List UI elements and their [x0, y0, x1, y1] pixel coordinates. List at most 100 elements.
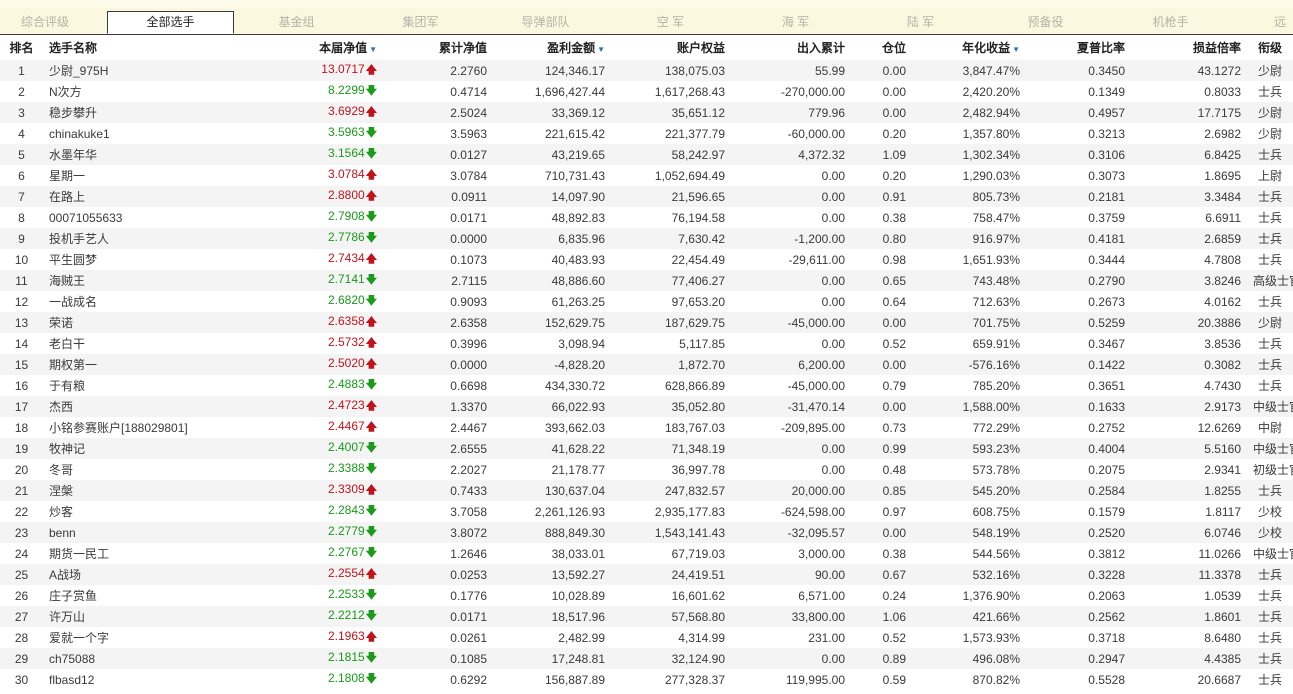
sharpe-cell: 0.4181 — [1026, 228, 1131, 249]
player-name-link[interactable]: 00071055633 — [43, 207, 235, 228]
table-row[interactable]: 25 A战场 2.2554🡅 0.0253 13,592.27 24,419.51 90.0… — [0, 564, 1293, 585]
table-row[interactable]: 4 chinakuke1 3.5963🡇 3.5963 221,615.42 221,37… — [0, 123, 1293, 144]
table-row[interactable]: 20 冬哥 2.3388🡇 2.2027 21,178.77 36,997.78 0.00 0… — [0, 459, 1293, 480]
tab-air-force[interactable]: 空 军 — [628, 12, 713, 32]
tab-missile-force[interactable]: 导弹部队 — [503, 12, 588, 32]
player-name-link[interactable]: A战场 — [43, 564, 235, 585]
annual-return-cell: 1,376.90% — [912, 585, 1026, 606]
player-name-link[interactable]: 小铭参赛账户[188029801] — [43, 417, 235, 438]
player-name-link[interactable]: 海贼王 — [43, 270, 235, 291]
table-row[interactable]: 29 ch75088 2.1815🡇 0.1085 17,248.81 32,124.90… — [0, 648, 1293, 669]
table-row[interactable]: 30 flbasd12 2.1808🡇 0.6292 156,887.89 277,328… — [0, 669, 1293, 690]
player-name-link[interactable]: ch75088 — [43, 648, 235, 669]
player-name-link[interactable]: chinakuke1 — [43, 123, 235, 144]
player-name-link[interactable]: 稳步攀升 — [43, 102, 235, 123]
player-name-link[interactable]: 于有粮 — [43, 375, 235, 396]
rank-title-cell: 士兵 — [1247, 81, 1293, 102]
col-header-annual[interactable]: 年化收益 ▼ — [912, 35, 1026, 60]
sort-down-icon[interactable]: ▼ — [369, 45, 377, 54]
in-out-cell: 0.00 — [731, 333, 851, 354]
profit-cell: 152,629.75 — [493, 312, 611, 333]
table-row[interactable]: 26 庄子赏鱼 2.2533🡇 0.1776 10,028.89 16,601.62 6,5… — [0, 585, 1293, 606]
arrow-down-icon: 🡇 — [365, 652, 377, 664]
table-row[interactable]: 24 期货一民工 2.2767🡇 1.2646 38,033.01 67,719.03 3,… — [0, 543, 1293, 564]
col-header-inout[interactable]: 出入累计 — [731, 35, 851, 60]
col-header-rank[interactable]: 排名 — [0, 35, 43, 60]
table-row[interactable]: 16 于有粮 2.4883🡇 0.6698 434,330.72 628,866.89 -4… — [0, 375, 1293, 396]
table-row[interactable]: 3 稳步攀升 3.6929🡅 2.5024 33,369.12 35,651.12 779.… — [0, 102, 1293, 123]
tab-fund-group[interactable]: 基金组 — [254, 12, 339, 32]
player-name-link[interactable]: 许万山 — [43, 606, 235, 627]
table-row[interactable]: 18 小铭参赛账户[188029801] 2.4467🡅 2.4467 393,662.… — [0, 417, 1293, 438]
table-row[interactable]: 6 星期一 3.0784🡅 3.0784 710,731.43 1,052,694.49 0… — [0, 165, 1293, 186]
table-row[interactable]: 23 benn 2.2779🡇 3.8072 888,849.30 1,543,141.4… — [0, 522, 1293, 543]
table-row[interactable]: 22 炒客 2.2843🡇 3.7058 2,261,126.93 2,935,177.8… — [0, 501, 1293, 522]
table-row[interactable]: 14 老白干 2.5732🡅 0.3996 3,098.94 5,117.85 0.00 0.… — [0, 333, 1293, 354]
player-name-link[interactable]: N次方 — [43, 81, 235, 102]
col-header-ratio[interactable]: 损益倍率 — [1131, 35, 1247, 60]
cumulative-nav-cell: 3.8072 — [383, 522, 493, 543]
tab-all-players[interactable]: 全部选手 — [107, 11, 234, 34]
player-name-link[interactable]: 水墨年华 — [43, 144, 235, 165]
player-name-link[interactable]: 老白干 — [43, 333, 235, 354]
player-name-link[interactable]: 平生圆梦 — [43, 249, 235, 270]
col-header-title[interactable]: 衔级 — [1247, 35, 1293, 60]
tab-army[interactable]: 陆 军 — [878, 12, 963, 32]
col-header-equity[interactable]: 账户权益 — [611, 35, 731, 60]
player-name-link[interactable]: 涅槃 — [43, 480, 235, 501]
table-row[interactable]: 7 在路上 2.8800🡅 0.0911 14,097.90 21,596.65 0.00 0… — [0, 186, 1293, 207]
table-row[interactable]: 13 荣诺 2.6358🡅 2.6358 152,629.75 187,629.75 -45… — [0, 312, 1293, 333]
player-name-link[interactable]: 在路上 — [43, 186, 235, 207]
player-name-link[interactable]: 牧神记 — [43, 438, 235, 459]
player-name-link[interactable]: flbasd12 — [43, 669, 235, 690]
sort-down-icon[interactable]: ▼ — [597, 45, 605, 54]
table-row[interactable]: 1 少尉_975H 13.0717🡅 2.2760 124,346.17 138,075.… — [0, 60, 1293, 81]
position-cell: 0.00 — [851, 522, 912, 543]
rank-cell: 29 — [0, 648, 43, 669]
col-header-nav[interactable]: 本届净值 ▼ — [235, 35, 383, 60]
tab-composite-rating[interactable]: 综合评级 — [0, 12, 90, 32]
player-name-link[interactable]: 期权第一 — [43, 354, 235, 375]
player-name-link[interactable]: 期货一民工 — [43, 543, 235, 564]
player-name-link[interactable]: 投机手艺人 — [43, 228, 235, 249]
player-name-link[interactable]: 冬哥 — [43, 459, 235, 480]
col-header-position[interactable]: 仓位 — [851, 35, 912, 60]
table-row[interactable]: 27 许万山 2.2212🡇 0.0171 18,517.96 57,568.80 33,8… — [0, 606, 1293, 627]
pl-ratio-cell: 2.6982 — [1131, 123, 1247, 144]
sharpe-cell: 0.4004 — [1026, 438, 1131, 459]
sort-down-icon[interactable]: ▼ — [1012, 45, 1020, 54]
pl-ratio-cell: 1.8255 — [1131, 480, 1247, 501]
equity-cell: 5,117.85 — [611, 333, 731, 354]
table-row[interactable]: 19 牧神记 2.4007🡇 2.6555 41,628.22 71,348.19 0.00… — [0, 438, 1293, 459]
player-name-link[interactable]: 炒客 — [43, 501, 235, 522]
table-row[interactable]: 11 海贼王 2.7141🡇 2.7115 48,886.60 77,406.27 0.00… — [0, 270, 1293, 291]
table-row[interactable]: 8 00071055633 2.7908🡇 0.0171 48,892.83 76,194… — [0, 207, 1293, 228]
col-header-name[interactable]: 选手名称 — [43, 35, 235, 60]
table-row[interactable]: 17 杰西 2.4723🡅 1.3370 66,022.93 35,052.80 -31,4… — [0, 396, 1293, 417]
player-name-link[interactable]: benn — [43, 522, 235, 543]
player-name-link[interactable]: 庄子赏鱼 — [43, 585, 235, 606]
table-row[interactable]: 9 投机手艺人 2.7786🡇 0.0000 6,835.96 7,630.42 -1,20… — [0, 228, 1293, 249]
tab-group-army[interactable]: 集团军 — [378, 12, 463, 32]
col-header-cum-nav[interactable]: 累计净值 — [383, 35, 493, 60]
tab-reserve[interactable]: 预备役 — [1003, 12, 1088, 32]
player-name-link[interactable]: 爱就一个字 — [43, 627, 235, 648]
tab-machine-gunner[interactable]: 机枪手 — [1128, 12, 1213, 32]
pl-ratio-cell: 43.1272 — [1131, 60, 1247, 81]
player-name-link[interactable]: 一战成名 — [43, 291, 235, 312]
player-name-link[interactable]: 杰西 — [43, 396, 235, 417]
table-row[interactable]: 21 涅槃 2.3309🡅 0.7433 130,637.04 247,832.57 20,… — [0, 480, 1293, 501]
col-header-sharpe[interactable]: 夏普比率 — [1026, 35, 1131, 60]
table-row[interactable]: 28 爱就一个字 2.1963🡅 0.0261 2,482.99 4,314.99 231.… — [0, 627, 1293, 648]
col-header-profit[interactable]: 盈利金额 ▼ — [493, 35, 611, 60]
table-row[interactable]: 5 水墨年华 3.1564🡇 0.0127 43,219.65 58,242.97 4,37… — [0, 144, 1293, 165]
tab-overflow[interactable]: 远 — [1274, 12, 1293, 32]
player-name-link[interactable]: 星期一 — [43, 165, 235, 186]
table-row[interactable]: 10 平生圆梦 2.7434🡅 0.1073 40,483.93 22,454.49 -29… — [0, 249, 1293, 270]
tab-navy[interactable]: 海 军 — [753, 12, 838, 32]
table-row[interactable]: 12 一战成名 2.6820🡇 0.9093 61,263.25 97,653.20 0.0… — [0, 291, 1293, 312]
table-row[interactable]: 2 N次方 8.2299🡇 0.4714 1,696,427.44 1,617,268.4… — [0, 81, 1293, 102]
player-name-link[interactable]: 少尉_975H — [43, 60, 235, 81]
player-name-link[interactable]: 荣诺 — [43, 312, 235, 333]
table-row[interactable]: 15 期权第一 2.5020🡅 0.0000 -4,828.20 1,872.70 6,20… — [0, 354, 1293, 375]
